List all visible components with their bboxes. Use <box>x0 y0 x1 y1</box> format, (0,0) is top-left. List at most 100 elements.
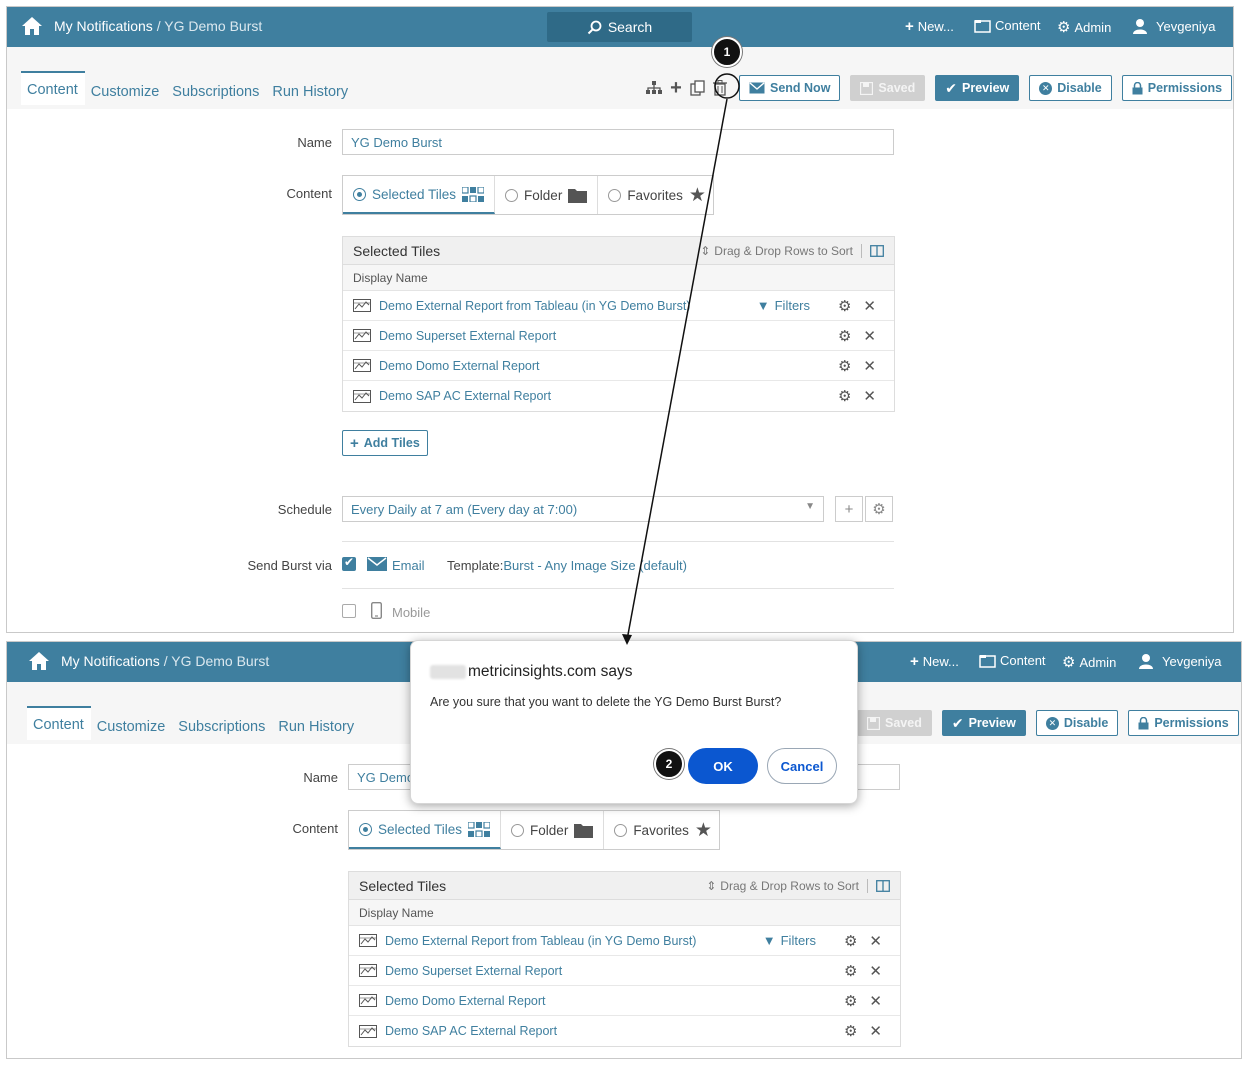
gear-icon[interactable]: ⚙ <box>838 387 851 405</box>
columns-icon[interactable] <box>870 245 884 257</box>
filters-link[interactable]: ▼ Filters <box>757 298 810 313</box>
breadcrumb-root[interactable]: My Notifications <box>54 18 153 34</box>
radio-favorites[interactable] <box>614 823 628 837</box>
step-marker-2: 2 <box>654 749 684 779</box>
remove-icon[interactable]: ✕ <box>869 932 882 950</box>
tab-customize[interactable]: Customize <box>85 74 167 105</box>
ok-button[interactable]: OK <box>688 748 758 784</box>
permissions-button[interactable]: Permissions <box>1128 710 1239 736</box>
user-menu[interactable]: Yevgeniya <box>1138 653 1222 669</box>
table-row[interactable]: Demo SAP AC External Report ⚙ ✕ <box>349 1016 900 1046</box>
option-favorites[interactable]: Favorites ★ <box>598 176 716 214</box>
content-menu[interactable]: Content <box>974 18 1041 33</box>
option-selected-tiles[interactable]: Selected Tiles <box>343 176 496 214</box>
content-menu[interactable]: Content <box>979 653 1046 668</box>
tile-name[interactable]: Demo Superset External Report <box>385 964 562 978</box>
permissions-button[interactable]: Permissions <box>1121 75 1233 101</box>
table-row[interactable]: Demo Superset External Report ⚙ ✕ <box>343 321 894 351</box>
tile-name[interactable]: Demo Superset External Report <box>379 329 556 343</box>
filters-link[interactable]: ▼ Filters <box>763 933 816 948</box>
email-checkbox[interactable]: ✔ <box>342 555 356 571</box>
disable-button[interactable]: ✕ Disable <box>1035 710 1119 736</box>
hierarchy-icon[interactable] <box>643 77 665 99</box>
tile-name[interactable]: Demo External Report from Tableau (in YG… <box>379 299 690 313</box>
table-row[interactable]: Demo Domo External Report ⚙ ✕ <box>349 986 900 1016</box>
row-actions: ⚙ ✕ <box>844 932 882 950</box>
template-link[interactable]: Burst - Any Image Size (default) <box>503 558 687 573</box>
schedule-settings-button[interactable]: ⚙ <box>865 496 893 522</box>
remove-icon[interactable]: ✕ <box>863 387 876 405</box>
columns-icon[interactable] <box>876 880 890 892</box>
tab-subscriptions[interactable]: Subscriptions <box>166 74 266 105</box>
admin-menu[interactable]: ⚙ Admin <box>1057 18 1111 36</box>
disable-button[interactable]: ✕ Disable <box>1029 75 1112 101</box>
add-schedule-button[interactable]: + <box>835 496 863 522</box>
send-now-button[interactable]: Send Now <box>739 75 841 101</box>
remove-icon[interactable]: ✕ <box>869 992 882 1010</box>
copy-icon[interactable] <box>687 77 709 99</box>
remove-icon[interactable]: ✕ <box>863 327 876 345</box>
tab-run-history[interactable]: Run History <box>266 74 355 105</box>
column-display-name[interactable]: Display Name <box>343 265 894 291</box>
preview-button[interactable]: ✔ Preview <box>935 75 1020 101</box>
gear-icon[interactable]: ⚙ <box>838 327 851 345</box>
home-icon[interactable] <box>21 16 43 36</box>
gear-icon[interactable]: ⚙ <box>844 962 857 980</box>
tab-run-history[interactable]: Run History <box>272 709 361 740</box>
tile-name[interactable]: Demo SAP AC External Report <box>379 389 551 403</box>
remove-icon[interactable]: ✕ <box>869 1022 882 1040</box>
gear-icon[interactable]: ⚙ <box>844 992 857 1010</box>
radio-folder[interactable] <box>511 823 525 837</box>
add-tiles-button[interactable]: + Add Tiles <box>342 430 428 456</box>
column-display-name[interactable]: Display Name <box>349 900 900 926</box>
divider <box>861 244 862 258</box>
home-icon[interactable] <box>28 651 50 671</box>
name-input[interactable]: YG Demo Burst <box>342 129 894 155</box>
tab-customize[interactable]: Customize <box>91 709 173 740</box>
gear-icon[interactable]: ⚙ <box>844 1022 857 1040</box>
radio-selected[interactable] <box>359 822 372 836</box>
tile-name[interactable]: Demo External Report from Tableau (in YG… <box>385 934 696 948</box>
selected-tiles-table: Selected Tiles ⇕ Drag & Drop Rows to Sort… <box>348 871 901 1047</box>
tile-name[interactable]: Demo Domo External Report <box>385 994 545 1008</box>
gear-icon[interactable]: ⚙ <box>844 932 857 950</box>
radio-folder[interactable] <box>505 188 519 202</box>
add-icon[interactable]: + <box>665 77 687 99</box>
star-icon: ★ <box>688 184 706 206</box>
search-button[interactable]: Search <box>547 12 692 42</box>
option-folder[interactable]: Folder <box>501 811 605 849</box>
option-folder[interactable]: Folder <box>495 176 599 214</box>
tab-content[interactable]: Content <box>21 71 85 105</box>
breadcrumb-root[interactable]: My Notifications <box>61 653 160 669</box>
tile-name[interactable]: Demo Domo External Report <box>379 359 539 373</box>
table-row[interactable]: Demo Superset External Report ⚙ ✕ <box>349 956 900 986</box>
breadcrumb: My Notifications / YG Demo Burst <box>54 18 262 34</box>
schedule-select[interactable]: Every Daily at 7 am (Every day at 7:00) … <box>342 496 824 522</box>
option-favorites[interactable]: Favorites ★ <box>604 811 722 849</box>
new-menu[interactable]: + New... <box>910 653 959 670</box>
new-menu[interactable]: + New... <box>905 18 954 35</box>
admin-menu[interactable]: ⚙ Admin <box>1062 653 1116 671</box>
radio-favorites[interactable] <box>608 188 622 202</box>
table-row[interactable]: Demo External Report from Tableau (in YG… <box>343 291 894 321</box>
preview-button[interactable]: ✔ Preview <box>941 710 1026 736</box>
tab-subscriptions[interactable]: Subscriptions <box>172 709 272 740</box>
option-selected-tiles[interactable]: Selected Tiles <box>349 811 502 849</box>
selected-tiles-table: Selected Tiles ⇕ Drag & Drop Rows to Sort… <box>342 236 895 412</box>
user-menu[interactable]: Yevgeniya <box>1132 18 1216 34</box>
table-row[interactable]: Demo Domo External Report ⚙ ✕ <box>343 351 894 381</box>
table-row[interactable]: Demo External Report from Tableau (in YG… <box>349 926 900 956</box>
tab-content[interactable]: Content <box>27 706 91 740</box>
remove-icon[interactable]: ✕ <box>863 357 876 375</box>
gear-icon[interactable]: ⚙ <box>838 297 851 315</box>
trash-icon[interactable] <box>709 77 731 99</box>
plus-icon: + <box>910 653 919 670</box>
cancel-button[interactable]: Cancel <box>767 748 837 784</box>
table-row[interactable]: Demo SAP AC External Report ⚙ ✕ <box>343 381 894 411</box>
radio-selected[interactable] <box>353 187 366 201</box>
gear-icon[interactable]: ⚙ <box>838 357 851 375</box>
remove-icon[interactable]: ✕ <box>869 962 882 980</box>
tile-name[interactable]: Demo SAP AC External Report <box>385 1024 557 1038</box>
remove-icon[interactable]: ✕ <box>863 297 876 315</box>
mobile-checkbox[interactable] <box>342 604 356 618</box>
